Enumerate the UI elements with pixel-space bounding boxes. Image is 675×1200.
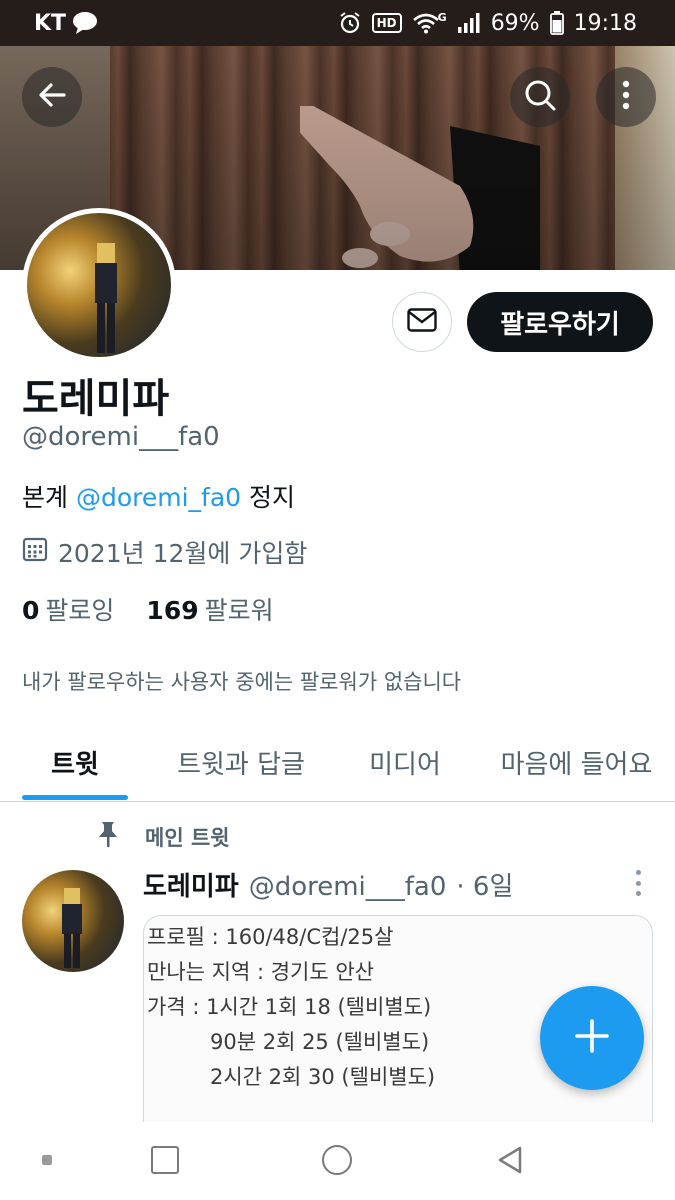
avatar-figure-image [95,243,117,353]
bio-mention-link[interactable]: @doremi_fa0 [76,483,241,512]
plus-icon [572,1016,612,1060]
followers-you-know-note: 내가 팔로우하는 사용자 중에는 팔로워가 없습니다 [22,670,462,694]
more-options-button[interactable] [596,67,656,127]
alarm-icon [338,11,362,35]
tab-media[interactable]: 미디어 [332,722,478,802]
tweet-avatar-figure-image [62,888,82,968]
back-arrow-icon [36,79,68,115]
tweet-author-name[interactable]: 도레미파 [143,866,239,903]
mail-icon [407,308,437,336]
more-vertical-icon [621,79,631,115]
wifi-icon: G [412,10,447,34]
followers-label: 팔로워 [204,596,274,625]
profile-display-name: 도레미파 [22,376,170,422]
wifi-generation-label: G [437,10,447,24]
battery-percent: 69% [490,10,540,36]
pin-icon [95,820,121,853]
compose-tweet-button[interactable] [540,986,644,1090]
tweet-author-avatar[interactable] [22,870,124,972]
tweet-time: · 6일 [456,872,514,902]
calendar-icon [22,536,48,568]
recent-dot-icon [42,1155,52,1165]
talk-icon [72,11,98,35]
profile-avatar[interactable] [22,208,176,362]
signal-icon [457,12,481,34]
profile-bio: 본계 @doremi_fa0 정지 [22,478,295,514]
carrier-label: KT [34,10,67,36]
clock: 19:18 [573,10,637,36]
status-bar-right: HD G 69% 19:18 [338,11,637,36]
hd-icon: HD [371,13,402,33]
status-bar: KT HD G 69% 19:18 [0,0,675,46]
follow-button[interactable]: 팔로우하기 [467,292,653,352]
more-vertical-icon-dot [635,880,641,886]
back-nav-button[interactable] [494,1144,526,1180]
following-label: 팔로잉 [45,596,115,625]
recents-button[interactable] [151,1146,179,1174]
status-bar-left: KT [34,11,98,36]
tab-tweets[interactable]: 트윗 [0,722,150,802]
profile-joined: 2021년 12월에 가입함 [22,534,307,570]
tab-likes[interactable]: 마음에 들어요 [478,722,675,802]
tweet-more-button[interactable] [626,868,650,898]
tweet-header: 도레미파 @doremi___fa0 · 6일 [143,866,513,903]
followers-count-link[interactable]: 169 팔로워 [146,591,273,627]
search-icon [523,78,557,116]
back-button[interactable] [22,67,82,127]
media-text-line: 프로필 : 160/48/C컵/25살 [147,925,394,949]
bio-suffix: 정지 [241,483,296,512]
media-text-line: 만나는 지역 : 경기도 안산 [147,960,374,984]
search-button[interactable] [510,67,570,127]
pinned-tweet-label: 메인 트윗 [95,820,230,853]
active-tab-indicator [22,795,128,800]
following-count: 0 [22,596,40,625]
pinned-label-text: 메인 트윗 [145,825,230,850]
following-count-link[interactable]: 0 팔로잉 [22,591,114,627]
battery-icon [549,11,564,35]
profile-handle: @doremi___fa0 [22,422,220,452]
tweet-author-handle: @doremi___fa0 [248,872,447,902]
tab-tweets-replies[interactable]: 트윗과 답글 [150,722,332,802]
more-vertical-icon [635,870,641,875]
message-button[interactable] [392,292,452,352]
joined-date: 2021년 12월에 가입함 [58,539,308,568]
more-vertical-icon-dot [635,891,641,896]
profile-tabs: 트윗 트윗과 답글 미디어 마음에 들어요 [0,722,675,802]
home-button[interactable] [322,1145,352,1175]
follow-counts: 0 팔로잉 169 팔로워 [22,591,274,627]
bio-prefix: 본계 [22,483,76,512]
back-icon [494,1146,526,1180]
followers-count: 169 [146,596,199,625]
